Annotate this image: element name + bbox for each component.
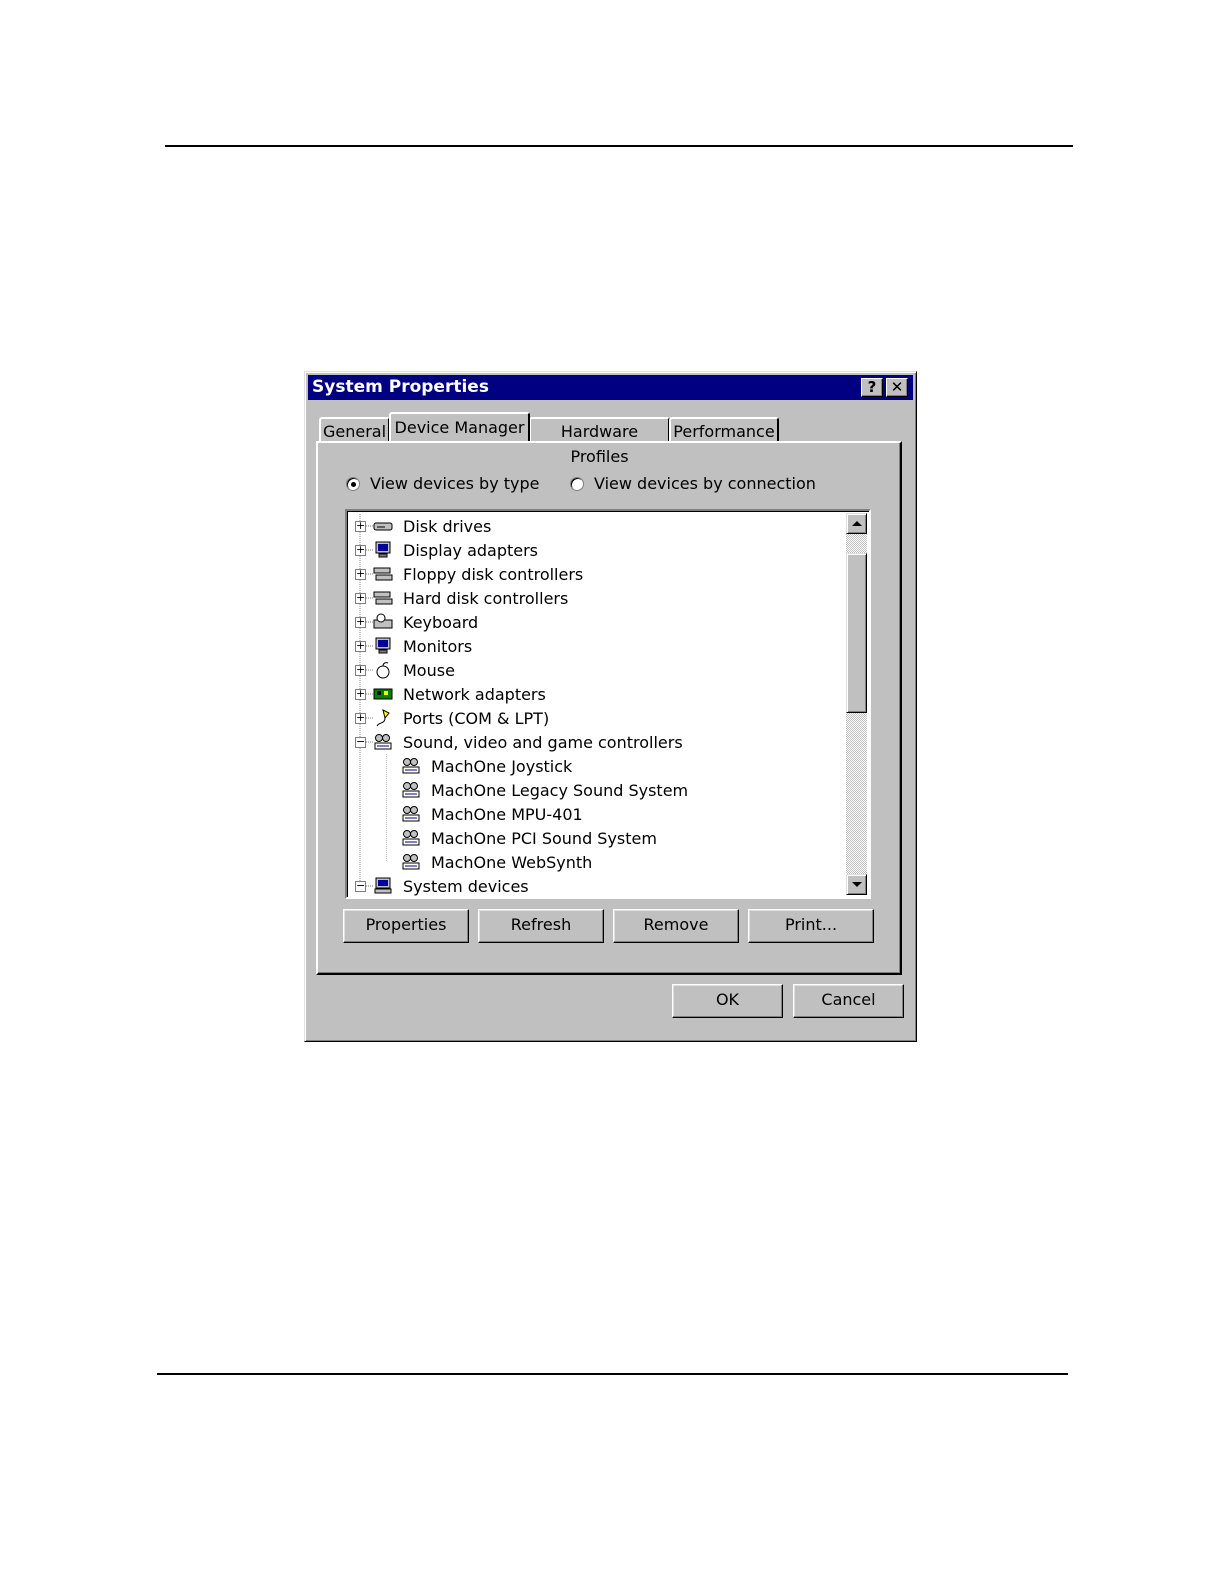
view-by-connection-radio[interactable]: View devices by connection xyxy=(570,474,816,493)
system-devices-icon xyxy=(373,877,403,895)
top-rule xyxy=(165,145,1073,147)
device-tree[interactable]: Disk drives + Display adapters + Floppy disk… xyxy=(345,509,871,899)
radio-checked-icon[interactable] xyxy=(346,476,360,491)
expand-icon[interactable]: + xyxy=(355,688,366,700)
system-properties-dialog: System Properties ? ✕ General Device Man… xyxy=(304,371,917,1042)
tree-item-label: MachOne Legacy Sound System xyxy=(431,780,689,800)
close-button[interactable]: ✕ xyxy=(886,378,908,397)
print-button[interactable]: Print... xyxy=(748,909,874,943)
tree-item-label: Disk drives xyxy=(403,516,492,536)
scroll-up-button[interactable] xyxy=(846,513,867,534)
sound-controller-icon xyxy=(401,853,431,871)
tree-category[interactable]: System devices xyxy=(373,874,529,897)
tree-item-label: Ports (COM & LPT) xyxy=(403,708,550,728)
collapse-icon[interactable]: − xyxy=(355,736,366,748)
sound-controller-icon xyxy=(401,805,431,823)
tree-category[interactable]: Network adapters xyxy=(373,682,546,706)
disk-drive-icon xyxy=(373,517,403,535)
tree-category[interactable]: Keyboard xyxy=(373,610,478,634)
properties-button[interactable]: Properties xyxy=(343,909,469,943)
tree-device[interactable]: Advanced Power Management support xyxy=(401,898,741,899)
tree-item-label: Mouse xyxy=(403,660,455,680)
arrow-down-icon xyxy=(852,882,862,887)
view-by-type-radio[interactable]: View devices by type xyxy=(346,474,539,493)
sound-controller-icon xyxy=(401,829,431,847)
tree-item-label: Hard disk controllers xyxy=(403,588,569,608)
tree-item-label: Monitors xyxy=(403,636,473,656)
port-icon xyxy=(373,709,403,727)
tree-item-label: Sound, video and game controllers xyxy=(403,732,683,752)
tree-device[interactable]: MachOne WebSynth xyxy=(401,850,592,874)
refresh-button[interactable]: Refresh xyxy=(478,909,604,943)
tree-category[interactable]: Mouse xyxy=(373,658,455,682)
tree-category[interactable]: Monitors xyxy=(373,634,472,658)
cancel-button[interactable]: Cancel xyxy=(793,984,904,1018)
tab-performance[interactable]: Performance xyxy=(669,417,779,442)
sound-controller-icon xyxy=(401,781,431,799)
tree-device[interactable]: MachOne Legacy Sound System xyxy=(401,778,688,802)
sound-controller-icon xyxy=(373,733,403,751)
tab-device-manager[interactable]: Device Manager xyxy=(389,412,530,441)
expand-icon[interactable]: + xyxy=(355,568,366,580)
ok-button[interactable]: OK xyxy=(672,984,783,1018)
tree-item-label: MachOne MPU-401 xyxy=(431,804,583,824)
tree-category[interactable]: Floppy disk controllers xyxy=(373,562,583,586)
radio-unchecked-icon[interactable] xyxy=(570,476,584,491)
network-adapter-icon xyxy=(373,685,403,703)
tree-category[interactable]: Display adapters xyxy=(373,538,538,562)
expand-icon[interactable]: + xyxy=(355,520,366,532)
tree-item-label: Display adapters xyxy=(403,540,539,560)
arrow-up-icon xyxy=(852,521,862,526)
tab-general[interactable]: General xyxy=(319,417,390,442)
floppy-controller-icon xyxy=(373,565,403,583)
tree-item-label: Keyboard xyxy=(403,612,479,632)
expand-icon[interactable]: + xyxy=(355,640,366,652)
tree-category[interactable]: Ports (COM & LPT) xyxy=(373,706,549,730)
title-bar: System Properties ? ✕ xyxy=(308,375,913,400)
tree-category[interactable]: Hard disk controllers xyxy=(373,586,568,610)
tree-item-label: MachOne Joystick xyxy=(431,756,573,776)
expand-icon[interactable]: + xyxy=(355,544,366,556)
tree-device[interactable]: MachOne PCI Sound System xyxy=(401,826,657,850)
mouse-icon xyxy=(373,661,403,679)
scroll-thumb[interactable] xyxy=(846,553,867,713)
keyboard-icon xyxy=(373,613,403,631)
tree-item-label: Network adapters xyxy=(403,684,546,704)
hard-disk-controller-icon xyxy=(373,589,403,607)
view-by-type-label: View devices by type xyxy=(370,474,540,493)
expand-icon[interactable]: + xyxy=(355,712,366,724)
tree-category[interactable]: Disk drives xyxy=(373,514,491,538)
expand-icon[interactable]: + xyxy=(355,616,366,628)
display-adapter-icon xyxy=(373,541,403,559)
tree-device[interactable]: MachOne MPU-401 xyxy=(401,802,583,826)
tree-device[interactable]: MachOne Joystick xyxy=(401,754,572,778)
tree-item-label: MachOne PCI Sound System xyxy=(431,828,657,848)
tab-hardware-profiles[interactable]: Hardware Profiles xyxy=(529,417,670,466)
tree-item-label: System devices xyxy=(403,876,529,896)
scroll-down-button[interactable] xyxy=(846,874,867,895)
tree-item-label: Floppy disk controllers xyxy=(403,564,584,584)
help-button[interactable]: ? xyxy=(861,378,883,397)
vertical-scrollbar[interactable] xyxy=(846,513,867,895)
expand-icon[interactable]: + xyxy=(355,664,366,676)
sound-controller-icon xyxy=(401,757,431,775)
monitor-icon xyxy=(373,637,403,655)
dialog-title: System Properties xyxy=(312,377,489,397)
bottom-rule xyxy=(157,1373,1068,1375)
expand-icon[interactable]: + xyxy=(355,592,366,604)
tree-item-label: MachOne WebSynth xyxy=(431,852,593,872)
collapse-icon[interactable]: − xyxy=(355,880,366,892)
view-by-connection-label: View devices by connection xyxy=(594,474,816,493)
tree-category[interactable]: Sound, video and game controllers xyxy=(373,730,683,754)
remove-button[interactable]: Remove xyxy=(613,909,739,943)
